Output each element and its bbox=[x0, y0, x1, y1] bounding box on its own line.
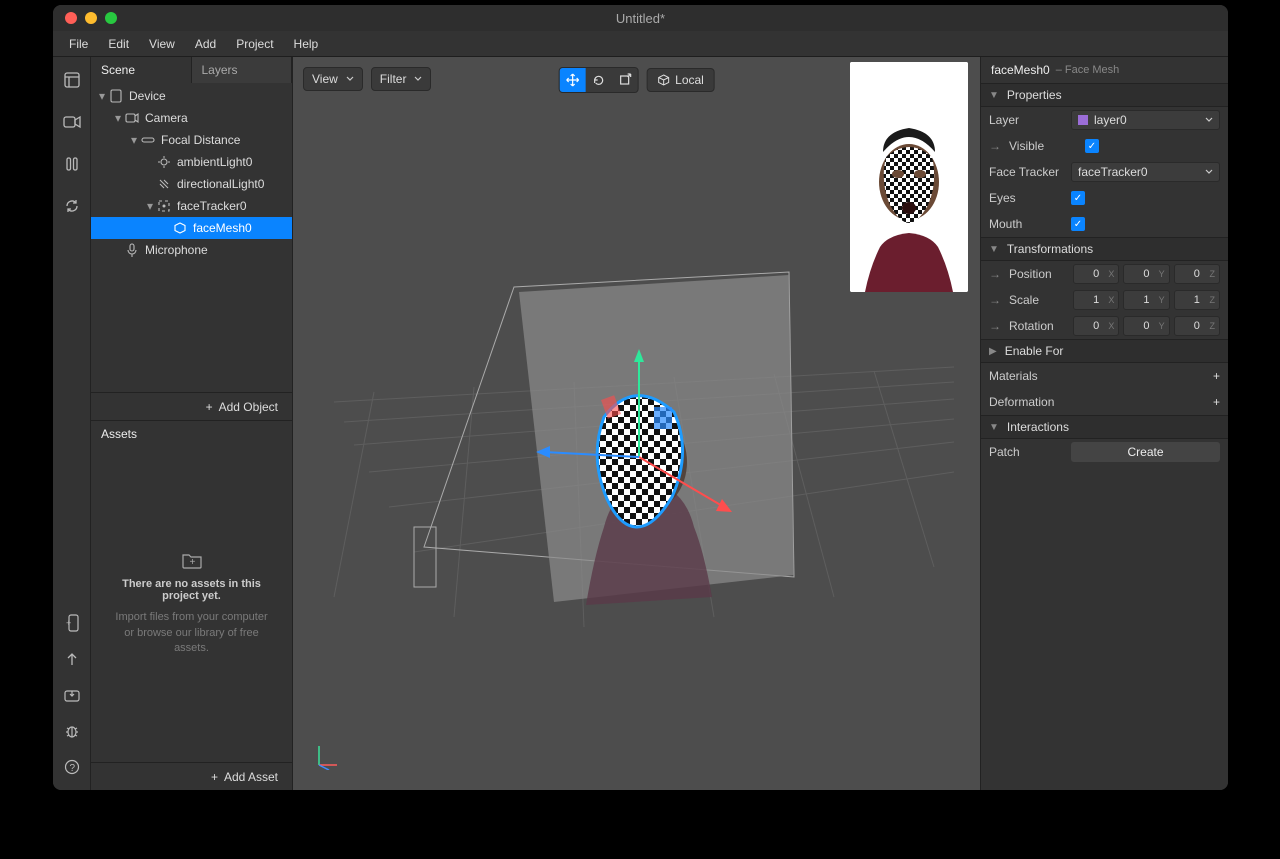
upload-icon[interactable] bbox=[63, 650, 81, 668]
dirlight-icon bbox=[157, 177, 171, 191]
assets-empty-hint: Import files from your computer or brows… bbox=[109, 610, 274, 656]
plus-icon: + bbox=[1213, 369, 1220, 383]
tree-row-ambientlight0[interactable]: ambientLight0 bbox=[91, 151, 292, 173]
inspector-panel: faceMesh0 – Face Mesh ▼Properties Layer … bbox=[980, 57, 1228, 790]
scale-y-input[interactable]: 1Y bbox=[1123, 290, 1169, 310]
workspace-icon[interactable] bbox=[63, 71, 81, 89]
filter-dropdown[interactable]: Filter bbox=[371, 67, 432, 91]
chevron-down-icon bbox=[1205, 168, 1213, 176]
assets-panel: Assets + There are no assets in this pro… bbox=[91, 420, 292, 790]
scale-tool-icon[interactable] bbox=[611, 68, 637, 92]
transform-mode-group bbox=[558, 67, 638, 93]
minimize-icon[interactable] bbox=[85, 12, 97, 24]
scene-tree: ▾Device▾Camera▾Focal DistanceambientLigh… bbox=[91, 83, 292, 392]
svg-text:+: + bbox=[189, 557, 195, 568]
tree-row-camera[interactable]: ▾Camera bbox=[91, 107, 292, 129]
mic-icon bbox=[125, 243, 139, 257]
tracker-icon bbox=[157, 199, 171, 213]
bug-icon[interactable] bbox=[63, 722, 81, 740]
tree-row-focal-distance[interactable]: ▾Focal Distance bbox=[91, 129, 292, 151]
coordinate-space-toggle[interactable]: Local bbox=[646, 68, 715, 92]
chevron-down-icon bbox=[414, 75, 422, 83]
rotation-y-input[interactable]: 0Y bbox=[1123, 316, 1169, 336]
tab-scene[interactable]: Scene bbox=[91, 57, 192, 83]
scene-panel: Scene Layers ▾Device▾Camera▾Focal Distan… bbox=[91, 57, 293, 790]
menu-file[interactable]: File bbox=[59, 33, 98, 55]
scale-z-input[interactable]: 1Z bbox=[1174, 290, 1220, 310]
pause-icon[interactable] bbox=[63, 155, 81, 173]
plus-icon: + bbox=[206, 400, 213, 414]
move-tool-icon[interactable] bbox=[559, 68, 585, 92]
rotation-z-input[interactable]: 0Z bbox=[1174, 316, 1220, 336]
position-z-input[interactable]: 0Z bbox=[1174, 264, 1220, 284]
cube-icon bbox=[657, 74, 669, 86]
folder-icon: + bbox=[181, 552, 203, 570]
camera-icon bbox=[125, 111, 139, 125]
tree-row-device[interactable]: ▾Device bbox=[91, 85, 292, 107]
rotate-tool-icon[interactable] bbox=[585, 68, 611, 92]
assets-title: Assets bbox=[91, 421, 292, 447]
add-object-button[interactable]: + Add Object bbox=[91, 392, 292, 420]
menubar: File Edit View Add Project Help bbox=[53, 31, 1228, 57]
menu-add[interactable]: Add bbox=[185, 33, 226, 55]
viewport[interactable]: View Filter bbox=[293, 57, 980, 790]
position-y-input[interactable]: 0Y bbox=[1123, 264, 1169, 284]
tree-row-microphone[interactable]: Microphone bbox=[91, 239, 292, 261]
plus-icon: + bbox=[211, 770, 218, 784]
eyes-checkbox[interactable]: ✓ bbox=[1071, 191, 1085, 205]
svg-text:?: ? bbox=[69, 763, 75, 774]
chevron-down-icon bbox=[1205, 116, 1213, 124]
mouth-checkbox[interactable]: ✓ bbox=[1071, 217, 1085, 231]
create-patch-button[interactable]: Create bbox=[1071, 442, 1220, 462]
face-tracker-select[interactable]: faceTracker0 bbox=[1071, 162, 1220, 182]
close-icon[interactable] bbox=[65, 12, 77, 24]
scale-x-input[interactable]: 1X bbox=[1073, 290, 1119, 310]
device-icon bbox=[109, 89, 123, 103]
zoom-icon[interactable] bbox=[105, 12, 117, 24]
view-dropdown[interactable]: View bbox=[303, 67, 363, 91]
section-deformation[interactable]: Deformation + bbox=[981, 389, 1228, 415]
tree-row-directionallight0[interactable]: directionalLight0 bbox=[91, 173, 292, 195]
left-rail: + ? bbox=[53, 57, 91, 790]
axis-gizmo bbox=[311, 740, 341, 770]
titlebar: Untitled* bbox=[53, 5, 1228, 31]
layer-select[interactable]: layer0 bbox=[1071, 110, 1220, 130]
mesh-icon bbox=[173, 221, 187, 235]
tree-row-facemesh0[interactable]: faceMesh0 bbox=[91, 217, 292, 239]
svg-text:+: + bbox=[66, 618, 71, 628]
rotation-x-input[interactable]: 0X bbox=[1073, 316, 1119, 336]
focal-icon bbox=[141, 133, 155, 147]
section-transformations[interactable]: ▼Transformations bbox=[981, 237, 1228, 261]
layer-swatch-icon bbox=[1078, 115, 1088, 125]
camera-preview bbox=[850, 62, 968, 292]
visible-checkbox[interactable]: ✓ bbox=[1085, 139, 1099, 153]
assets-empty-title: There are no assets in this project yet. bbox=[109, 578, 274, 602]
video-icon[interactable] bbox=[63, 113, 81, 131]
add-asset-button[interactable]: + Add Asset bbox=[91, 762, 292, 790]
help-icon[interactable]: ? bbox=[63, 758, 81, 776]
chevron-down-icon bbox=[346, 75, 354, 83]
light-icon bbox=[157, 155, 171, 169]
position-x-input[interactable]: 0X bbox=[1073, 264, 1119, 284]
phone-add-icon[interactable]: + bbox=[63, 614, 81, 632]
tree-row-facetracker0[interactable]: ▾faceTracker0 bbox=[91, 195, 292, 217]
app-window: Untitled* File Edit View Add Project Hel… bbox=[53, 5, 1228, 790]
export-icon[interactable] bbox=[63, 686, 81, 704]
menu-help[interactable]: Help bbox=[284, 33, 329, 55]
menu-view[interactable]: View bbox=[139, 33, 185, 55]
menu-edit[interactable]: Edit bbox=[98, 33, 139, 55]
section-interactions[interactable]: ▼Interactions bbox=[981, 415, 1228, 439]
inspector-type: – Face Mesh bbox=[1056, 64, 1120, 76]
plus-icon: + bbox=[1213, 395, 1220, 409]
refresh-icon[interactable] bbox=[63, 197, 81, 215]
section-materials[interactable]: Materials + bbox=[981, 363, 1228, 389]
section-properties[interactable]: ▼Properties bbox=[981, 83, 1228, 107]
section-enable-for[interactable]: ▶Enable For bbox=[981, 339, 1228, 363]
tab-layers[interactable]: Layers bbox=[192, 57, 293, 83]
inspector-name: faceMesh0 bbox=[991, 63, 1050, 77]
window-title: Untitled* bbox=[53, 11, 1228, 26]
menu-project[interactable]: Project bbox=[226, 33, 283, 55]
